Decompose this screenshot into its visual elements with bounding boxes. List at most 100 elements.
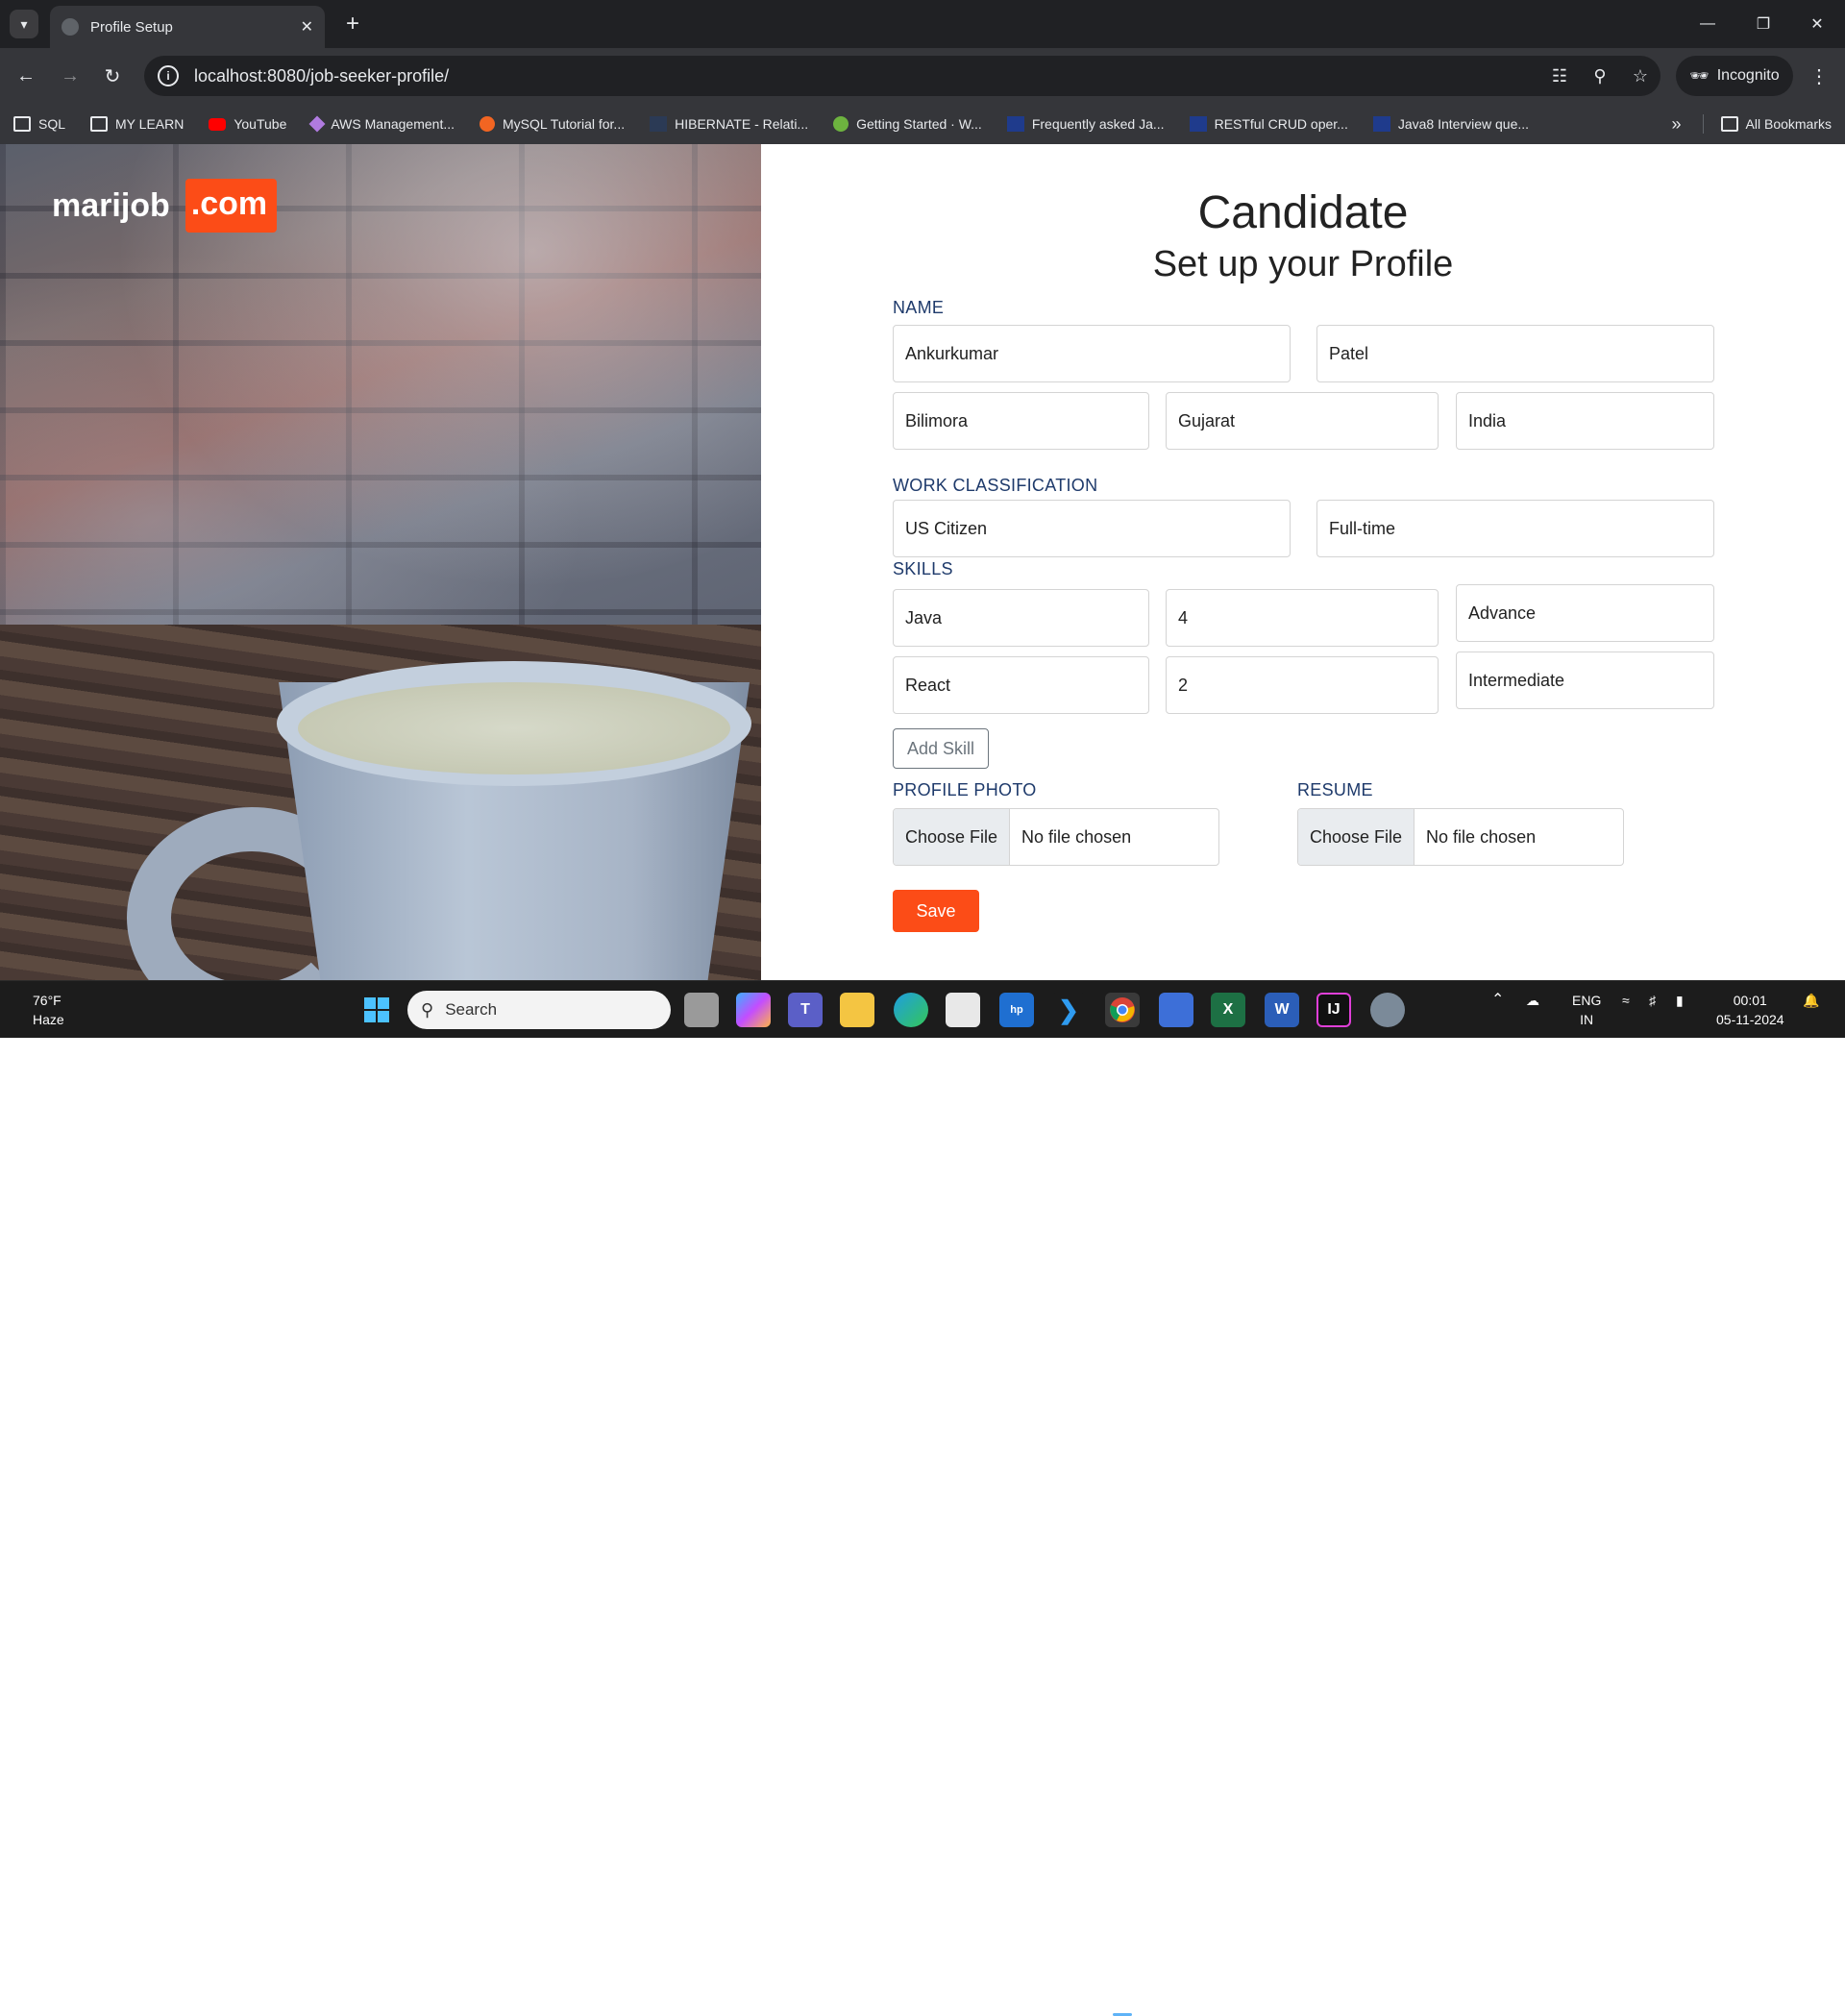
bookmark-restful[interactable]: RESTful CRUD oper... [1189,116,1348,132]
bookmark-my-learn[interactable]: MY LEARN [90,116,184,132]
skills-label: SKILLS [893,559,953,578]
chevron-up-icon[interactable]: ⌃ [1491,991,1504,1010]
skill-name-input[interactable]: React [893,656,1149,714]
logo-text: marijob [52,186,170,224]
choose-file-button[interactable]: Choose File [1298,809,1415,865]
chrome-icon[interactable] [1105,993,1140,1027]
intellij-icon[interactable]: IJ [1316,993,1351,1027]
bookmark-mysql[interactable]: MySQL Tutorial for... [480,116,625,132]
url-text[interactable]: localhost:8080/job-seeker-profile/ [194,66,1539,86]
settings-gear-icon[interactable] [1370,993,1405,1027]
close-window-button[interactable]: ✕ [1789,0,1845,48]
new-tab-button[interactable]: + [338,10,367,38]
teams-icon[interactable]: T [788,993,823,1027]
notification-bell-icon[interactable]: 🔔 [1803,991,1819,1010]
resume-file-input[interactable]: Choose File No file chosen [1297,808,1624,866]
tab-search-button[interactable]: ▾ [10,10,38,38]
tab-profile-setup[interactable]: Profile Setup ✕ [50,6,325,48]
bookmark-hibernate[interactable]: HIBERNATE - Relati... [650,116,808,132]
country-input[interactable]: India [1456,392,1714,450]
more-bookmarks-icon[interactable]: » [1672,114,1682,135]
page-content: marijob .com Candidate Set up your Profi… [0,144,1845,980]
clock[interactable]: 00:01 05-11-2024 [1716,991,1784,1029]
word-icon[interactable]: W [1265,993,1299,1027]
resume-label: RESUME [1297,780,1373,799]
reload-button[interactable]: ↻ [96,60,129,92]
youtube-icon [209,117,227,131]
site-icon [1372,116,1390,132]
zoom-icon[interactable]: ⚲ [1580,66,1620,86]
employment-type-select[interactable]: Full-time [1316,500,1714,557]
site-icon [1006,116,1024,132]
battery-icon[interactable]: ▮ [1676,991,1684,1010]
profile-photo-file-input[interactable]: Choose File No file chosen [893,808,1219,866]
translate-icon[interactable]: ☷ [1539,66,1580,86]
site-logo[interactable]: marijob .com [52,179,278,233]
start-icon[interactable] [359,993,394,1027]
remote-desktop-icon[interactable] [1159,993,1193,1027]
bookmark-youtube[interactable]: YouTube [209,116,286,132]
work-authorization-select[interactable]: US Citizen [893,500,1291,557]
bookmark-spring[interactable]: Getting Started · W... [833,116,982,132]
name-label: NAME [893,298,945,317]
taskbar-search-label: Search [445,1000,498,1019]
file-status: No file chosen [1021,826,1132,847]
store-icon[interactable] [946,993,980,1027]
bookmark-aws[interactable]: AWS Management... [308,115,455,133]
file-explorer-icon[interactable] [840,993,874,1027]
edge-icon[interactable] [894,993,928,1027]
language-indicator[interactable]: ENG IN [1572,991,1601,1029]
site-icon [1189,116,1207,132]
incognito-icon: 🕶 [1689,68,1710,85]
bookmark-java-faq[interactable]: Frequently asked Ja... [1006,116,1165,132]
myhp-icon[interactable]: hp [999,993,1034,1027]
all-bookmarks[interactable]: All Bookmarks [1720,116,1832,132]
date: 05-11-2024 [1716,1012,1784,1027]
site-info-icon[interactable]: i [158,65,179,86]
minimize-button[interactable]: — [1680,0,1735,48]
copilot-icon[interactable] [736,993,771,1027]
aws-icon [308,115,326,133]
state-input[interactable]: Gujarat [1166,392,1439,450]
hero-image: marijob .com [0,144,761,980]
incognito-indicator[interactable]: 🕶 Incognito [1676,56,1793,96]
weather-widget[interactable]: 76°F Haze [33,991,64,1029]
page-title: Candidate [1197,187,1409,238]
skill-years-input[interactable]: 4 [1166,589,1439,647]
mysql-icon [480,116,496,132]
page-subtitle: Set up your Profile [1152,244,1454,284]
skill-level-select[interactable]: Intermediate [1456,652,1714,709]
taskbar-search[interactable]: ⚲ Search [407,991,671,1029]
skill-years-input[interactable]: 2 [1166,656,1439,714]
onedrive-icon[interactable]: ☁ [1526,991,1539,1010]
folder-icon [1720,116,1738,132]
weather-condition: Haze [33,1012,64,1027]
tab-strip: ▾ Profile Setup ✕ + — ❐ ✕ [0,0,1845,48]
forward-button[interactable]: → [54,60,86,92]
city-input[interactable]: Bilimora [893,392,1149,450]
wifi-icon[interactable]: ≈ [1622,991,1630,1010]
bookmark-sql[interactable]: SQL [13,116,65,132]
save-button[interactable]: Save [893,890,979,932]
bookmark-star-icon[interactable]: ☆ [1620,66,1660,86]
skill-name-input[interactable]: Java [893,589,1149,647]
browser-menu-icon[interactable]: ⋮ [1805,60,1833,92]
first-name-input[interactable]: Ankurkumar [893,325,1291,382]
bookmark-java8[interactable]: Java8 Interview que... [1372,116,1529,132]
excel-icon[interactable]: X [1211,993,1245,1027]
choose-file-button[interactable]: Choose File [894,809,1011,865]
browser-toolbar: ← → ↻ i localhost:8080/job-seeker-profil… [0,48,1845,104]
skill-level-select[interactable]: Advance [1456,584,1714,642]
bookmarks-divider [1702,114,1704,134]
back-button[interactable]: ← [10,60,42,92]
add-skill-button[interactable]: Add Skill [893,728,989,769]
task-view-icon[interactable] [684,993,719,1027]
address-bar[interactable]: i localhost:8080/job-seeker-profile/ ☷ ⚲… [144,56,1660,96]
last-name-input[interactable]: Patel [1316,325,1714,382]
close-tab-icon[interactable]: ✕ [301,17,313,37]
logo-suffix: .com [184,179,278,233]
temperature: 76°F [33,993,62,1008]
vscode-icon[interactable]: ❯ [1051,993,1086,1027]
volume-icon[interactable]: ♯ [1649,991,1656,1010]
restore-button[interactable]: ❐ [1735,0,1791,48]
